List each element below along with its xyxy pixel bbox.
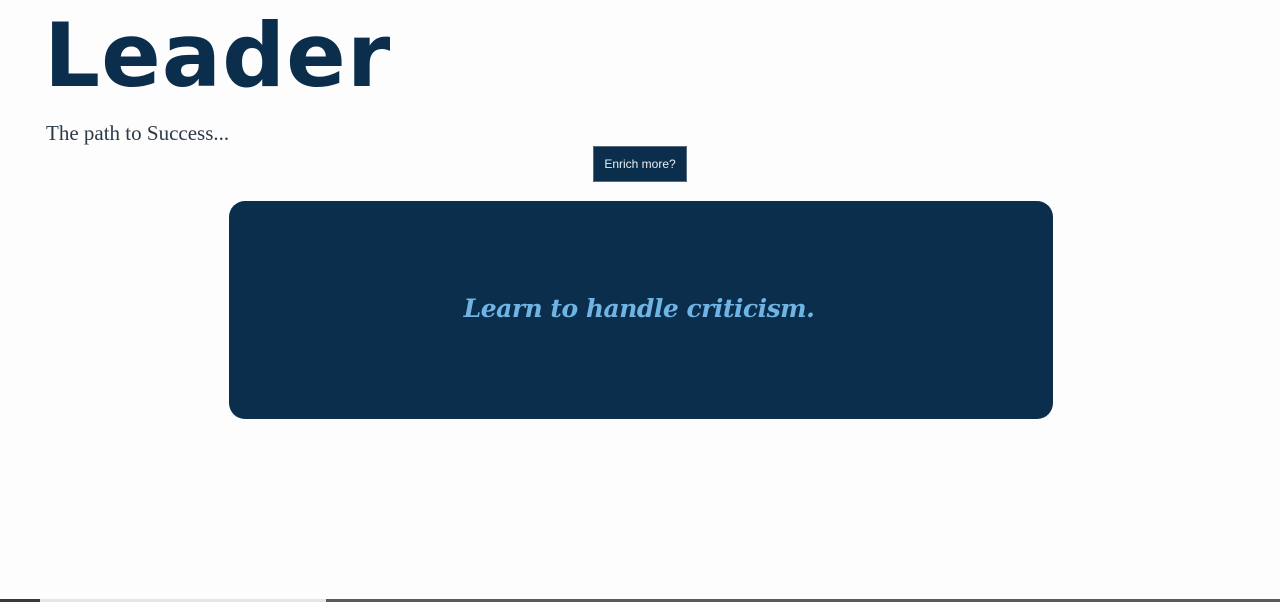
quote-text: Learn to handle criticism. (463, 293, 815, 323)
tagline: The path to Success... (46, 121, 230, 145)
enrich-more-button[interactable]: Enrich more? (593, 146, 687, 182)
quote-card: Learn to handle criticism. (229, 201, 1053, 419)
page-title: Leader (44, 4, 392, 107)
